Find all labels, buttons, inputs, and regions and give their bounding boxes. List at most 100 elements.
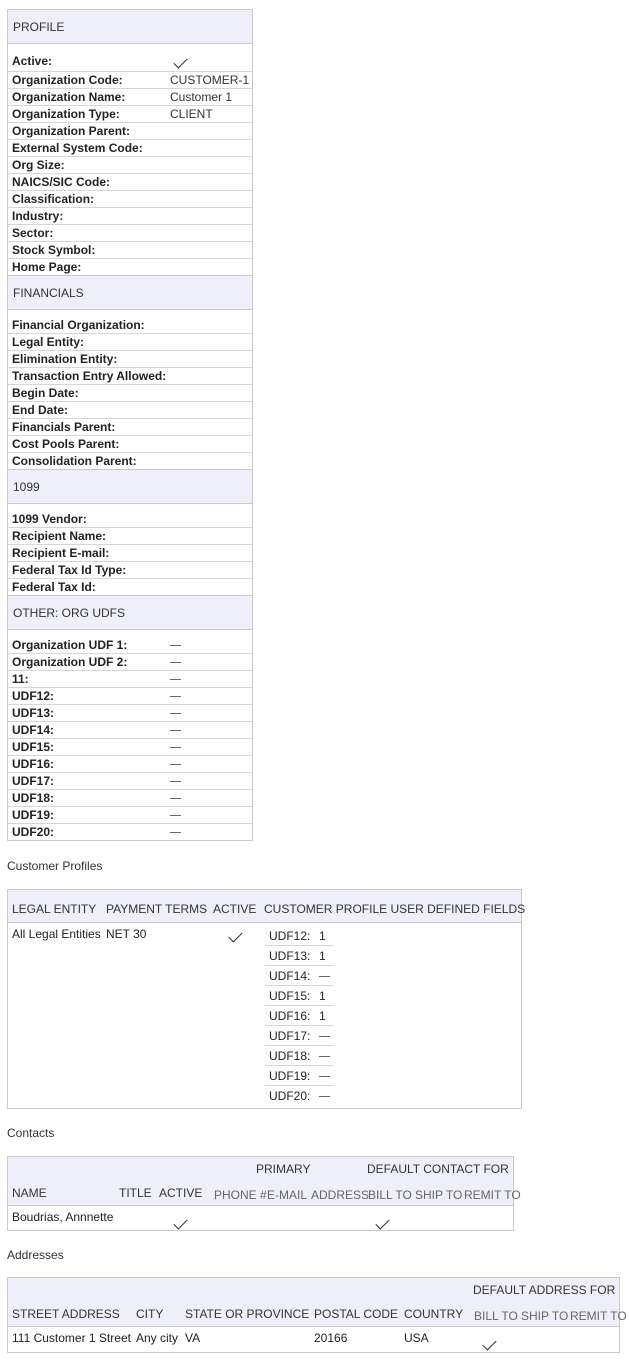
- field-row: Organization Type: CLIENT: [8, 105, 252, 122]
- field-label: Stock Symbol:: [12, 243, 96, 257]
- field-row: Organization UDF 2:: [8, 653, 252, 670]
- empty-dash-icon: [170, 815, 181, 817]
- empty-dash-icon: [319, 1035, 330, 1037]
- field-value: [170, 723, 252, 737]
- field-row: NAICS/SIC Code:: [8, 173, 252, 190]
- col-phone: PHONE #: [214, 1188, 267, 1202]
- address-bill-to-check-icon: [482, 1336, 497, 1351]
- contacts-group-primary: PRIMARY: [256, 1162, 311, 1176]
- field-label: Federal Tax Id:: [12, 580, 96, 594]
- field-value: CLIENT: [170, 107, 213, 121]
- col-country: COUNTRY: [404, 1307, 464, 1321]
- field-label: Industry:: [12, 209, 64, 223]
- udf-value: 1: [319, 988, 326, 1003]
- field-row: Legal Entity:: [8, 333, 252, 350]
- field-row: Organization Code: CUSTOMER-1: [8, 71, 252, 88]
- col-active: ACTIVE: [159, 1186, 203, 1200]
- field-label: UDF12:: [12, 689, 55, 703]
- col-udfs: CUSTOMER PROFILE USER DEFINED FIELDS: [264, 902, 526, 916]
- col-postal: POSTAL CODE: [314, 1307, 399, 1321]
- field-row: Recipient E-mail:: [8, 544, 252, 561]
- field-row: UDF18:: [8, 789, 252, 806]
- field-row: Consolidation Parent:: [8, 452, 252, 469]
- profile-udf-list: UDF12: 1 UDF13: 1 UDF14: UDF15: 1 UDF16: 1 UDF17:…: [265, 926, 334, 1105]
- col-state: STATE OR PROVINCE: [185, 1307, 310, 1321]
- field-row: Home Page:: [8, 258, 252, 275]
- field-row: Financial Organization:: [8, 317, 252, 333]
- col-ship-to: SHIP TO: [415, 1188, 463, 1202]
- udf-value: 1: [319, 948, 326, 963]
- field-label: Organization Code:: [12, 73, 123, 87]
- field-label: Legal Entity:: [12, 335, 85, 349]
- profile-payment-terms: NET 30: [106, 927, 147, 941]
- empty-dash-icon: [170, 747, 181, 749]
- check-icon: [173, 54, 188, 69]
- field-row: UDF15:: [8, 738, 252, 755]
- field-label: UDF15:: [12, 740, 55, 754]
- empty-dash-icon: [170, 696, 181, 698]
- field-value: [170, 706, 252, 720]
- field-row: UDF16:: [8, 755, 252, 772]
- address-state: VA: [185, 1331, 201, 1345]
- udf-value: [319, 1029, 330, 1043]
- field-label: Financial Organization:: [12, 318, 145, 332]
- udf-label: UDF18:: [269, 1048, 311, 1063]
- addresses-group-default: DEFAULT ADDRESS FOR: [473, 1283, 616, 1297]
- udf-label: UDF14:: [269, 968, 311, 983]
- udf-label: UDF20:: [269, 1088, 311, 1103]
- udf-value: [319, 969, 330, 983]
- field-row: Sector:: [8, 224, 252, 241]
- empty-dash-icon: [170, 798, 181, 800]
- field-label: UDF16:: [12, 757, 55, 771]
- field-label: UDF17:: [12, 774, 55, 788]
- organization-details-table: PROFILE Active: Organization Code: CUSTOMER…: [7, 9, 253, 841]
- field-row: UDF12:: [8, 687, 252, 704]
- field-label: Federal Tax Id Type:: [12, 563, 127, 577]
- section-header: PROFILE: [8, 10, 252, 44]
- section-header: OTHER: ORG UDFS: [8, 595, 252, 630]
- field-label: UDF18:: [12, 791, 55, 805]
- field-label: UDF14:: [12, 723, 55, 737]
- field-row: UDF20:: [8, 823, 252, 840]
- contacts-table: PRIMARY DEFAULT CONTACT FOR NAME TITLE A…: [7, 1156, 521, 1231]
- contact-name: Boudrias, Annnette: [12, 1210, 114, 1224]
- empty-dash-icon: [170, 645, 181, 647]
- field-label: Transaction Entry Allowed:: [12, 369, 167, 383]
- field-value: Customer 1: [170, 90, 233, 104]
- field-value: [170, 808, 252, 822]
- field-row: 1099 Vendor:: [8, 511, 252, 527]
- field-row: UDF13:: [8, 704, 252, 721]
- field-label: Organization Parent:: [12, 124, 131, 138]
- field-row: Industry:: [8, 207, 252, 224]
- empty-dash-icon: [170, 679, 181, 681]
- field-value: [170, 825, 252, 839]
- field-row: Begin Date:: [8, 384, 252, 401]
- field-label: Home Page:: [12, 260, 82, 274]
- field-row: Elimination Entity:: [8, 350, 252, 367]
- col-remit-to: REMIT TO: [570, 1309, 627, 1323]
- field-label: Recipient E-mail:: [12, 546, 110, 560]
- empty-dash-icon: [170, 781, 181, 783]
- empty-dash-icon: [319, 975, 330, 977]
- udf-value: [319, 1049, 330, 1063]
- col-address: ADDRESS: [311, 1188, 370, 1202]
- empty-dash-icon: [170, 662, 181, 664]
- col-bill-to: BILL TO: [474, 1309, 518, 1323]
- field-label: UDF20:: [12, 825, 55, 839]
- field-row: UDF14:: [8, 721, 252, 738]
- col-name: NAME: [12, 1186, 47, 1200]
- field-label: Begin Date:: [12, 386, 79, 400]
- field-row: External System Code:: [8, 139, 252, 156]
- udf-value: [319, 1089, 330, 1103]
- customer-profiles-header-row: LEGAL ENTITY PAYMENT TERMS ACTIVE CUSTOM…: [8, 890, 525, 923]
- udf-label: UDF16:: [269, 1008, 311, 1023]
- field-label: Org Size:: [12, 158, 65, 172]
- field-label: NAICS/SIC Code:: [12, 175, 111, 189]
- section-header: 1099: [8, 469, 252, 504]
- address-street: 111 Customer 1 Street: [12, 1331, 131, 1345]
- field-row: Organization Parent:: [8, 122, 252, 139]
- col-email: E-MAIL: [267, 1188, 308, 1202]
